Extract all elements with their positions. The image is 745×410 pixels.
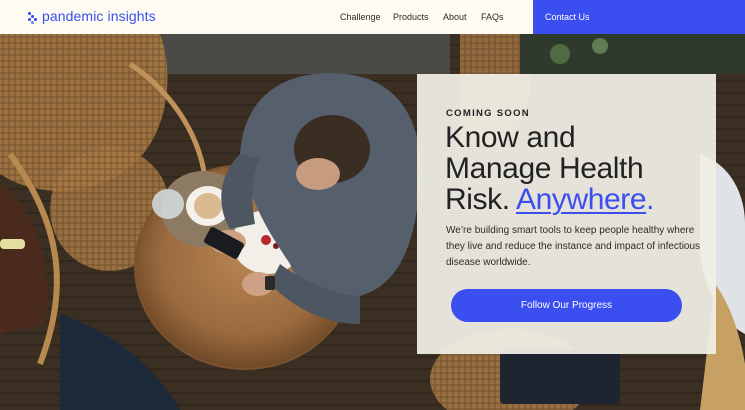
headline-line-1: Know and [445, 121, 576, 154]
main-nav: Challenge Products About FAQs [0, 0, 533, 34]
headline-prefix: Risk. [445, 183, 516, 216]
eyebrow-label: COMING SOON [446, 108, 530, 119]
headline-accent: Anywhere [515, 183, 647, 216]
headline-suffix: . [646, 183, 655, 216]
hero-description: We’re building smart tools to keep peopl… [446, 225, 701, 268]
headline-line-2: Manage Health [445, 152, 644, 185]
nav-challenge[interactable]: Challenge [340, 12, 381, 22]
site-header: pandemic insights Challenge Products Abo… [0, 0, 745, 34]
headline-line-3: Risk. Anywhere. [445, 184, 705, 215]
contact-us-button[interactable]: Contact Us [533, 0, 745, 34]
hero-headline: Know and Manage Health Risk. Anywhere. [445, 122, 705, 215]
nav-about[interactable]: About [443, 12, 467, 22]
nav-faqs[interactable]: FAQs [481, 12, 504, 22]
nav-products[interactable]: Products [393, 12, 429, 22]
hero-card: COMING SOON Know and Manage Health Risk.… [417, 74, 716, 354]
hero-section: COMING SOON Know and Manage Health Risk.… [0, 34, 745, 410]
follow-progress-button[interactable]: Follow Our Progress [451, 289, 682, 322]
